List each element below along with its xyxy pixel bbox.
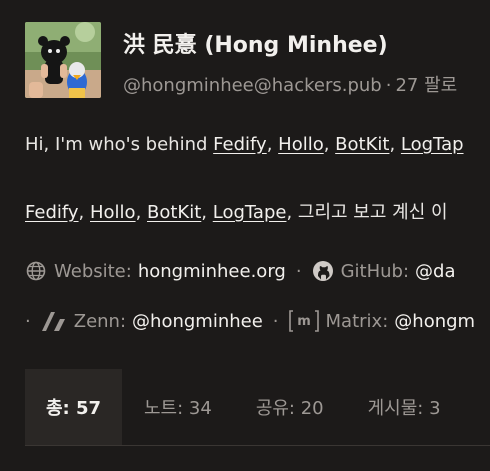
- profile-fields-row-2: · Zenn: @hongminhee · m Matrix: @hongm: [25, 310, 475, 332]
- bio-link-fedify[interactable]: Fedify: [25, 202, 79, 223]
- svg-text:m: m: [297, 314, 311, 329]
- bio-link-fedify[interactable]: Fedify: [213, 134, 267, 155]
- website-label: Website:: [54, 260, 132, 282]
- followers-count[interactable]: 27 팔로: [395, 75, 457, 96]
- github-label: GitHub:: [340, 260, 410, 282]
- tab-shares[interactable]: 공유: 20: [234, 369, 346, 445]
- matrix-icon: m: [288, 310, 319, 332]
- tab-all[interactable]: 총: 57: [25, 369, 122, 445]
- bio-link-botkit[interactable]: BotKit: [147, 202, 201, 223]
- globe-icon: [25, 260, 47, 282]
- field-separator: ·: [272, 310, 279, 332]
- tab-notes[interactable]: 노트: 34: [122, 369, 234, 445]
- matrix-link[interactable]: @hongm: [394, 311, 475, 332]
- github-link[interactable]: @da: [415, 261, 455, 282]
- handle-line: @hongminhee@hackers.pub · 27 팔로: [123, 71, 457, 97]
- avatar-image: [25, 22, 101, 98]
- bio-comma: ,: [266, 134, 279, 155]
- bio-link-logtape[interactable]: LogTap: [401, 134, 464, 155]
- avatar[interactable]: [25, 22, 101, 98]
- bio-line-2: Fedify, Hollo, BotKit, LogTape, 그리고 보고 계…: [25, 198, 448, 224]
- zenn-label: Zenn:: [73, 310, 127, 332]
- bio-comma: ,: [135, 202, 148, 223]
- profile-fields-row-1: Website: hongminhee.org · GitHub: @da: [25, 260, 455, 282]
- display-name: 洪 民憙 (Hong Minhee): [123, 33, 388, 58]
- tab-articles[interactable]: 게시물: 3: [346, 369, 463, 445]
- matrix-label: Matrix:: [325, 310, 389, 332]
- bio-prefix: Hi, I'm who's behind: [25, 134, 214, 155]
- zenn-icon: [41, 310, 67, 332]
- bio-link-hollo[interactable]: Hollo: [90, 202, 136, 223]
- bio-suffix: , 그리고 보고 계신 이: [286, 202, 448, 223]
- github-icon: [312, 260, 334, 282]
- website-link[interactable]: hongminhee.org: [138, 261, 286, 282]
- handle[interactable]: @hongminhee@hackers.pub: [123, 75, 382, 96]
- profile-card: 洪 民憙 (Hong Minhee) @hongminhee@hackers.p…: [0, 0, 490, 471]
- bio-line-1: Hi, I'm who's behind Fedify, Hollo, BotK…: [25, 134, 464, 155]
- bio-link-botkit[interactable]: BotKit: [335, 134, 389, 155]
- bio-link-hollo[interactable]: Hollo: [278, 134, 324, 155]
- bio-comma: ,: [389, 134, 401, 155]
- bio-comma: ,: [323, 134, 336, 155]
- bio-comma: ,: [78, 202, 90, 223]
- bio-link-logtape[interactable]: LogTape: [213, 202, 287, 223]
- zenn-link[interactable]: @hongminhee: [132, 311, 263, 332]
- timeline-tabs: 총: 57 노트: 34 공유: 20 게시물: 3: [25, 369, 490, 446]
- field-separator: ·: [295, 260, 302, 282]
- handle-separator: ·: [385, 75, 392, 96]
- bio-comma: ,: [201, 202, 213, 223]
- field-separator: ·: [25, 310, 31, 332]
